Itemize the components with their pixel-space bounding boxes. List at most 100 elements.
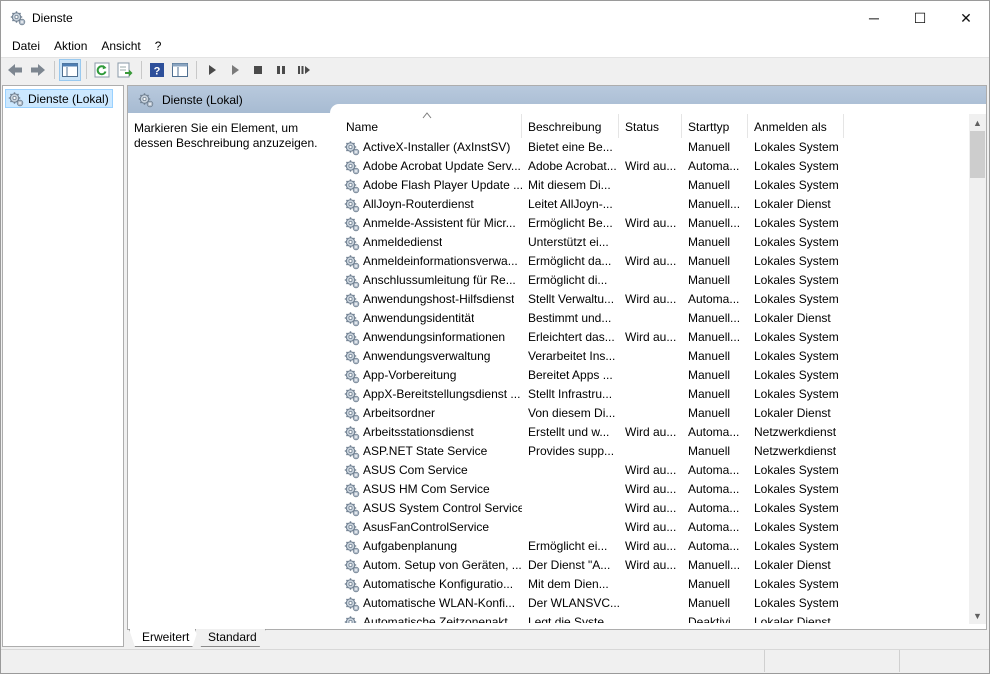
cell-status: Wird au... [625, 292, 677, 306]
menu-bar: Datei Aktion Ansicht ? [1, 35, 989, 57]
table-row[interactable]: Anschlussumleitung für Re... Ermöglicht d… [340, 271, 968, 290]
cell-status [619, 233, 682, 252]
cell-startup: Manuell [688, 140, 731, 154]
service-gear-icon [344, 330, 360, 346]
scroll-down-arrow-icon[interactable]: ▼ [969, 607, 986, 624]
restart-service-button[interactable] [293, 59, 315, 81]
table-row[interactable]: Adobe Flash Player Update ... Mit diesem … [340, 176, 968, 195]
column-header-name[interactable]: Name [340, 112, 522, 138]
tab-standard[interactable]: Standard [195, 629, 266, 647]
table-row[interactable]: Automatische Zeitzonenakt... Legt die Sys… [340, 613, 968, 623]
table-row[interactable]: Anmeldeinformationsverwa... Ermöglicht da… [340, 252, 968, 271]
show-hide-console-tree-button[interactable] [59, 59, 81, 81]
column-header-description[interactable]: Beschreibung [522, 114, 619, 138]
table-row[interactable]: Aufgabenplanung Ermöglicht ei... Wird au..… [340, 537, 968, 556]
cell-startup: Manuell [688, 444, 731, 458]
cell-name: AllJoyn-Routerdienst [340, 195, 522, 214]
forward-arrow-icon [31, 64, 45, 76]
cell-description: Ermöglicht ei... [528, 539, 608, 553]
tree-item-label: Dienste (Lokal) [28, 91, 109, 106]
table-row[interactable]: Arbeitsordner Von diesem Di... Manuell Loka… [340, 404, 968, 423]
table-row[interactable]: Adobe Acrobat Update Serv... Adobe Acroba… [340, 157, 968, 176]
column-header-startup[interactable]: Starttyp [682, 114, 748, 138]
table-row[interactable]: ActiveX-Installer (AxInstSV) Bietet eine … [340, 138, 968, 157]
cell-description [522, 461, 619, 480]
service-name: Adobe Acrobat Update Serv... [363, 159, 521, 173]
cell-description: Provides supp... [528, 444, 615, 458]
column-header-status[interactable]: Status [619, 114, 682, 138]
help-button[interactable]: ? [146, 59, 168, 81]
cell-description: Unterstützt ei... [528, 235, 609, 249]
table-row[interactable]: Autom. Setup von Geräten, ... Der Dienst … [340, 556, 968, 575]
cell-description: Ermöglicht di... [528, 273, 608, 287]
cell-name: Anmeldeinformationsverwa... [340, 252, 522, 271]
table-row[interactable]: ASUS System Control Service Wird au... Aut… [340, 499, 968, 518]
scroll-up-arrow-icon[interactable]: ▲ [969, 114, 986, 131]
table-row[interactable]: App-Vorbereitung Bereitet Apps ... Manuell… [340, 366, 968, 385]
cell-status: Wird au... [625, 501, 677, 515]
cell-startup: Manuell [688, 596, 731, 610]
refresh-button[interactable] [91, 59, 113, 81]
scroll-thumb[interactable] [970, 131, 985, 178]
cell-startup: Automa... [688, 520, 740, 534]
tab-erweitert[interactable]: Erweitert [129, 629, 198, 647]
service-gear-icon [344, 140, 360, 156]
vertical-scrollbar[interactable]: ▲ ▼ [969, 114, 986, 624]
table-row[interactable]: Anmeldedienst Unterstützt ei... Manuell Lok… [340, 233, 968, 252]
stop-service-button[interactable] [247, 59, 269, 81]
cell-name: AsusFanControlService [340, 518, 522, 537]
cell-name: Adobe Acrobat Update Serv... [340, 157, 522, 176]
details-pane: Dienste (Lokal) Markieren Sie ein Elemen… [127, 85, 987, 647]
cell-name: App-Vorbereitung [340, 366, 522, 385]
service-gear-icon [344, 539, 360, 555]
table-row[interactable]: Arbeitsstationsdienst Erstellt und w... Wi… [340, 423, 968, 442]
table-row[interactable]: ASUS Com Service Wird au... Automa... Lokal… [340, 461, 968, 480]
start-service-button[interactable] [201, 59, 223, 81]
menu-aktion[interactable]: Aktion [47, 39, 94, 53]
close-button[interactable]: ✕ [943, 1, 989, 35]
cell-name: ASP.NET State Service [340, 442, 522, 461]
menu-datei[interactable]: Datei [5, 39, 47, 53]
cell-startup: Automa... [688, 501, 740, 515]
cell-logon: Lokaler Dienst [754, 311, 831, 325]
service-name: Adobe Flash Player Update ... [363, 178, 522, 192]
table-row[interactable]: Anmelde-Assistent für Micr... Ermöglicht … [340, 214, 968, 233]
column-header-logon[interactable]: Anmelden als [748, 114, 844, 138]
service-gear-icon [344, 197, 360, 213]
cell-name: Anwendungsinformationen [340, 328, 522, 347]
back-button[interactable] [4, 59, 26, 81]
table-row[interactable]: Anwendungsverwaltung Verarbeitet Ins... Ma… [340, 347, 968, 366]
tree-item-services-local[interactable]: Dienste (Lokal) [5, 89, 113, 108]
table-row[interactable]: Anwendungsidentität Bestimmt und... Manuel… [340, 309, 968, 328]
table-row[interactable]: ASP.NET State Service Provides supp... Man… [340, 442, 968, 461]
minimize-button[interactable]: ─ [851, 1, 897, 35]
export-list-button[interactable] [114, 59, 136, 81]
cell-startup: Automa... [688, 482, 740, 496]
service-name: AppX-Bereitstellungsdienst ... [363, 387, 521, 401]
table-row[interactable]: Automatische Konfiguratio... Mit dem Dien… [340, 575, 968, 594]
start-service-alt-button[interactable] [224, 59, 246, 81]
window-controls: ─ ☐ ✕ [851, 1, 989, 35]
maximize-button[interactable]: ☐ [897, 1, 943, 35]
cell-startup: Manuell... [688, 311, 741, 325]
service-gear-icon [344, 577, 360, 593]
cell-logon: Lokales System [754, 577, 839, 591]
cell-logon: Lokaler Dienst [754, 197, 831, 211]
table-row[interactable]: Anwendungshost-Hilfsdienst Stellt Verwalt… [340, 290, 968, 309]
table-row[interactable]: ASUS HM Com Service Wird au... Automa... Lo… [340, 480, 968, 499]
table-row[interactable]: AllJoyn-Routerdienst Leitet AllJoyn-... Ma… [340, 195, 968, 214]
table-row[interactable]: Automatische WLAN-Konfi... Der WLANSVC...… [340, 594, 968, 613]
column-header-label: Beschreibung [528, 120, 602, 134]
forward-button[interactable] [27, 59, 49, 81]
properties-view-button[interactable] [169, 59, 191, 81]
help-icon: ? [150, 63, 164, 78]
service-name: Arbeitsordner [363, 406, 436, 420]
table-row[interactable]: Anwendungsinformationen Erleichtert das..… [340, 328, 968, 347]
table-row[interactable]: AppX-Bereitstellungsdienst ... Stellt Inf… [340, 385, 968, 404]
menu-help[interactable]: ? [148, 39, 169, 53]
description-hint: Markieren Sie ein Element, um dessen Bes… [134, 121, 318, 150]
menu-ansicht[interactable]: Ansicht [94, 39, 147, 53]
title-bar[interactable]: Dienste ─ ☐ ✕ [1, 1, 989, 35]
pause-service-button[interactable] [270, 59, 292, 81]
table-row[interactable]: AsusFanControlService Wird au... Automa...… [340, 518, 968, 537]
